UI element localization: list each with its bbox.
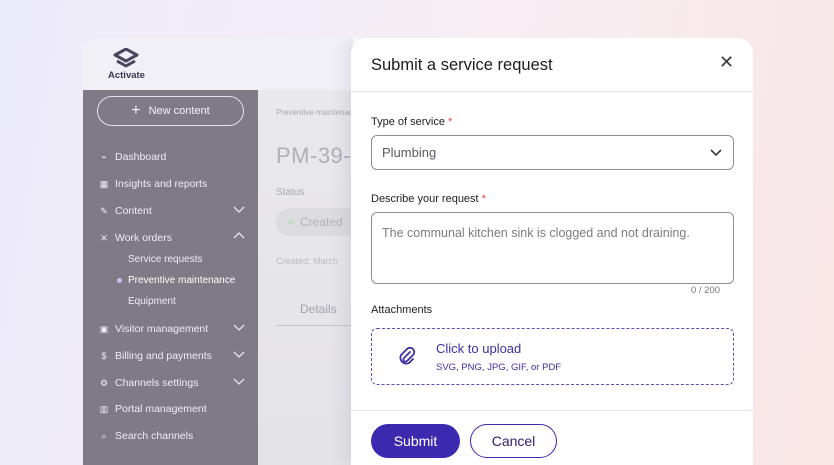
pulse-icon: ⌁ bbox=[101, 151, 107, 162]
upload-file-types: SVG, PNG, JPG, GIF, or PDF bbox=[436, 362, 562, 373]
divider bbox=[351, 91, 753, 92]
sidebar-item-work-orders[interactable]: ✕ Work orders bbox=[98, 229, 245, 247]
divider bbox=[351, 410, 753, 411]
new-content-label: New content bbox=[148, 105, 210, 117]
dollar-icon: $ bbox=[101, 351, 107, 361]
new-content-button[interactable]: + New content bbox=[97, 96, 244, 126]
chevron-down-icon bbox=[233, 206, 245, 213]
sidebar-item-label: Insights and reports bbox=[115, 178, 208, 190]
sidebar-subitem-service-requests[interactable]: Service requests bbox=[128, 254, 202, 265]
sidebar-item-label: Portal management bbox=[115, 403, 207, 415]
active-indicator-dot bbox=[117, 278, 122, 283]
chevron-down-icon bbox=[233, 324, 245, 331]
service-request-modal: Submit a service request ✕ Type of servi… bbox=[351, 38, 753, 465]
badge-icon: ▣ bbox=[99, 323, 109, 334]
describe-request-textarea[interactable]: The communal kitchen sink is clogged and… bbox=[371, 212, 734, 284]
cancel-button[interactable]: Cancel bbox=[470, 424, 557, 458]
sidebar-item-label: Channels settings bbox=[115, 377, 199, 389]
app-window: Activate + New content ⌁ Dashboard ▦ Ins… bbox=[83, 38, 753, 465]
describe-label-text: Describe your request bbox=[371, 193, 479, 205]
sidebar-item-label: Dashboard bbox=[115, 151, 167, 163]
required-mark: * bbox=[481, 193, 486, 205]
modal-title: Submit a service request bbox=[371, 56, 553, 74]
chevron-down-icon bbox=[233, 351, 245, 358]
page-title: PM-39- bbox=[276, 143, 352, 168]
chevron-up-icon bbox=[233, 232, 245, 239]
sidebar-item-insights[interactable]: ▦ Insights and reports bbox=[98, 175, 245, 193]
sidebar: + New content ⌁ Dashboard ▦ Insights and… bbox=[83, 90, 258, 465]
edit-icon: ✎ bbox=[100, 205, 108, 216]
tab-details[interactable]: Details bbox=[300, 302, 337, 316]
sidebar-item-dashboard[interactable]: ⌁ Dashboard bbox=[98, 148, 245, 166]
describe-request-label: Describe your request * bbox=[371, 193, 486, 205]
sidebar-item-label: Search channels bbox=[115, 430, 194, 442]
logo[interactable]: Activate bbox=[108, 48, 145, 81]
tools-icon: ✕ bbox=[100, 232, 108, 243]
close-icon[interactable]: ✕ bbox=[719, 53, 734, 71]
sidebar-item-visitor-management[interactable]: ▣ Visitor management bbox=[98, 320, 245, 338]
chart-icon: ▦ bbox=[99, 178, 109, 189]
sidebar-item-label: Billing and payments bbox=[115, 350, 212, 362]
building-icon: ▥ bbox=[99, 403, 109, 414]
sidebar-item-label: Content bbox=[115, 205, 152, 217]
sidebar-item-content[interactable]: ✎ Content bbox=[98, 202, 245, 220]
sidebar-item-label: Work orders bbox=[115, 232, 172, 244]
status-dot bbox=[288, 219, 294, 225]
plus-icon: + bbox=[131, 102, 141, 119]
sidebar-item-channels-settings[interactable]: ⚙ Channels settings bbox=[98, 374, 245, 392]
sidebar-item-search-channels[interactable]: ⌕ Search channels bbox=[98, 427, 245, 445]
tab-underline bbox=[276, 325, 356, 326]
status-label: Status bbox=[276, 187, 305, 198]
status-value: Created bbox=[300, 215, 343, 229]
submit-button[interactable]: Submit bbox=[371, 424, 460, 458]
gear-icon: ⚙ bbox=[99, 377, 109, 388]
activate-logo-icon bbox=[113, 48, 139, 68]
paperclip-icon bbox=[399, 347, 416, 365]
file-upload-dropzone[interactable]: Click to upload SVG, PNG, JPG, GIF, or P… bbox=[371, 328, 734, 385]
chevron-down-icon bbox=[233, 378, 245, 385]
search-icon: ⌕ bbox=[101, 430, 107, 441]
logo-text: Activate bbox=[108, 70, 145, 81]
sidebar-item-portal-management[interactable]: ▥ Portal management bbox=[98, 400, 245, 418]
created-meta: Created: March bbox=[276, 256, 339, 266]
type-of-service-select[interactable]: Plumbing bbox=[371, 135, 734, 170]
breadcrumb[interactable]: Preventive maintenance bbox=[276, 108, 362, 117]
required-mark: * bbox=[448, 116, 453, 128]
character-counter: 0 / 200 bbox=[691, 285, 721, 296]
sidebar-subitem-preventive-maintenance[interactable]: Preventive maintenance bbox=[128, 275, 235, 286]
sidebar-header: Activate bbox=[83, 38, 353, 90]
select-value: Plumbing bbox=[382, 145, 437, 160]
chevron-down-icon bbox=[710, 149, 722, 157]
upload-title: Click to upload bbox=[436, 341, 522, 356]
type-label-text: Type of service bbox=[371, 116, 445, 128]
main-content: Preventive maintenance PM-39- Status Cre… bbox=[258, 90, 366, 465]
sidebar-subitem-equipment[interactable]: Equipment bbox=[128, 296, 176, 307]
type-of-service-label: Type of service * bbox=[371, 116, 452, 128]
attachments-label: Attachments bbox=[371, 304, 433, 316]
sidebar-item-billing[interactable]: $ Billing and payments bbox=[98, 347, 245, 365]
sidebar-item-label: Visitor management bbox=[115, 323, 209, 335]
